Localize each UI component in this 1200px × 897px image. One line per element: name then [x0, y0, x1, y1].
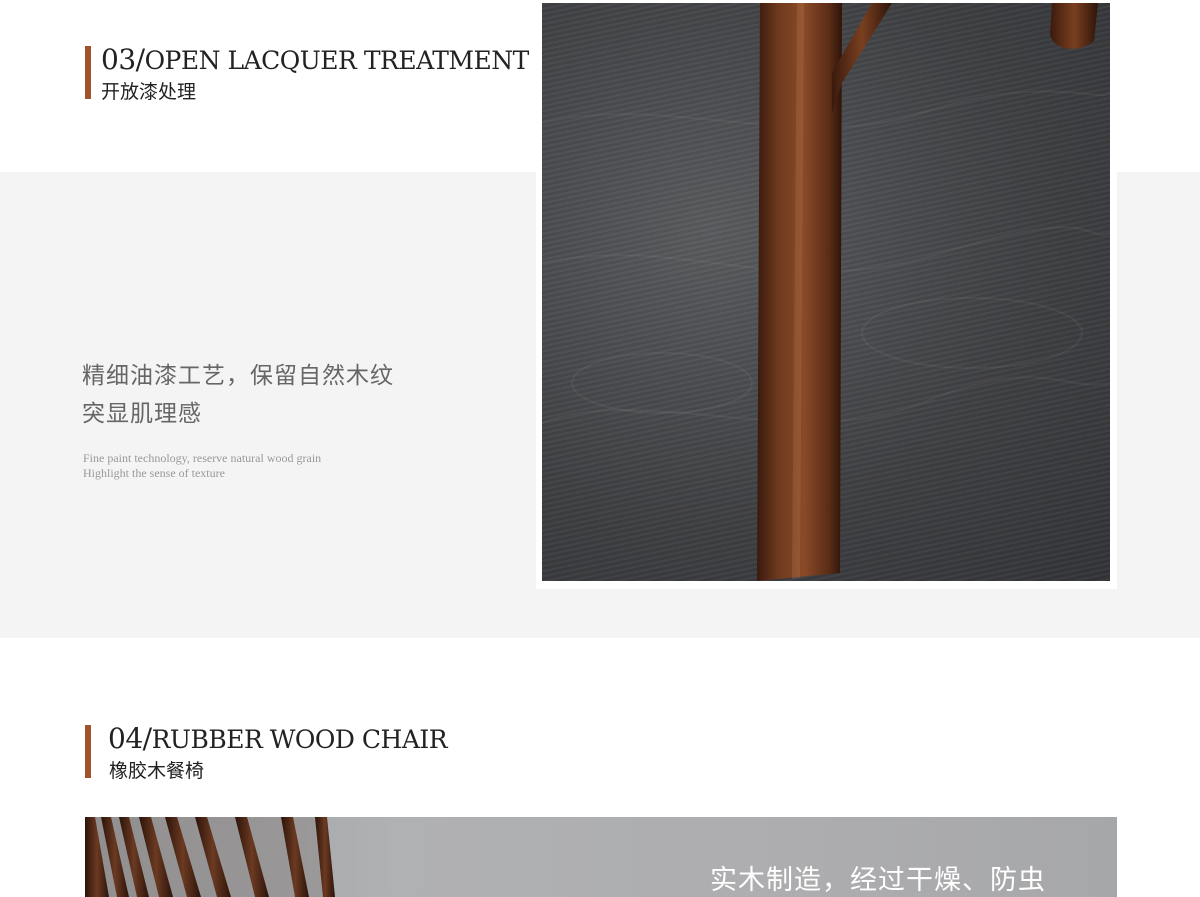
feature-description-line1: Fine paint technology, reserve natural w…: [83, 451, 322, 465]
section-accent-bar: [85, 725, 91, 778]
section-title: 03/Open Lacquer Treatment: [101, 43, 529, 76]
lacquer-leg-photo: [542, 3, 1110, 581]
section-number: 04/: [108, 722, 152, 755]
banner-caption: 实木制造，经过干燥、防虫: [710, 865, 1046, 896]
feature-heading-line2: 突显肌理感: [82, 401, 202, 427]
section-accent-bar: [85, 46, 91, 99]
section-title-text: Rubber wood chair: [151, 725, 448, 754]
chair-leg-illustration: [542, 3, 1110, 581]
section-number: 03/: [101, 43, 145, 76]
section-subtitle: 橡胶木餐椅: [109, 760, 205, 782]
section-title-text: Open Lacquer Treatment: [144, 46, 530, 75]
feature-description-line2: Highlight the sense of texture: [83, 466, 225, 480]
feature-heading-line1: 精细油漆工艺，保留自然木纹: [82, 363, 394, 389]
section-subtitle: 开放漆处理: [101, 81, 197, 103]
section-title: 04/Rubber wood chair: [108, 722, 448, 755]
